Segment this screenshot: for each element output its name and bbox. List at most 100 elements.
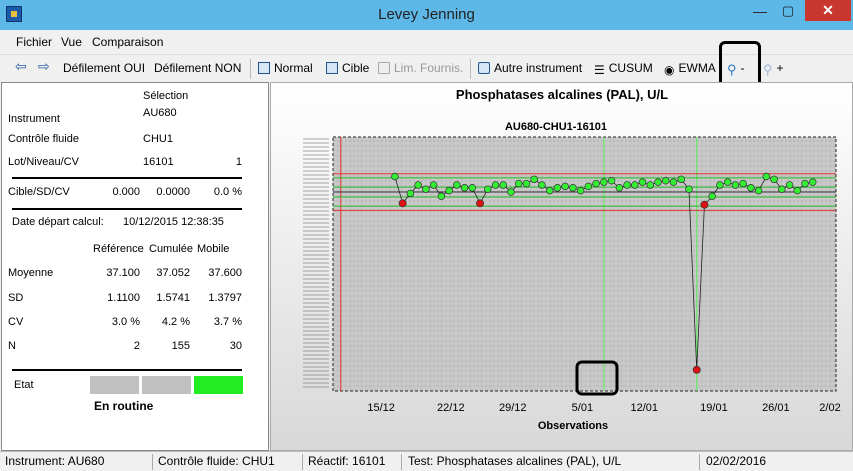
stat-value: 30 (229, 340, 242, 352)
data-point (770, 175, 778, 184)
cusum-button[interactable]: ☰ CUSUM (594, 61, 653, 77)
normal-button[interactable]: Normal (258, 61, 313, 75)
lot-label: Lot/Niveau/CV (8, 156, 79, 168)
start-date-label: Date départ calcul: (12, 216, 104, 228)
scroll-no-button[interactable]: Défilement NON (154, 61, 241, 75)
stat-value: 1.3797 (208, 292, 242, 304)
data-point (685, 185, 693, 193)
data-point (723, 178, 732, 186)
status-date: 02/02/2016 (706, 454, 767, 468)
data-point (437, 192, 446, 201)
zoom-in-button[interactable]: ⚲ + (763, 61, 784, 78)
data-point (708, 192, 716, 201)
col-mobile: Mobile (197, 243, 230, 255)
close-button[interactable]: ✕ (805, 0, 851, 21)
x-tick-label: 12/01 (631, 402, 659, 414)
normal-icon (258, 62, 270, 74)
data-point (569, 184, 577, 192)
data-point (646, 181, 655, 189)
x-tick-label: 15/12 (367, 402, 395, 414)
scroll-yes-button[interactable]: Défilement OUI (63, 61, 145, 75)
data-point (785, 181, 794, 189)
data-point (391, 172, 399, 181)
data-point (453, 181, 461, 189)
title-bar: Levey Jenning — ▢ ✕ (0, 0, 853, 30)
data-point (631, 181, 639, 189)
target-sd: 0.0000 (156, 186, 190, 198)
x-tick-label: 29/12 (499, 402, 527, 414)
instrument-label: Instrument (8, 113, 60, 125)
state-box (194, 376, 243, 394)
data-point (445, 186, 453, 195)
status-separator (401, 454, 402, 470)
state-label: Etat (14, 379, 34, 391)
cusum-label: CUSUM (608, 61, 653, 75)
toolbar-separator (470, 59, 471, 79)
data-point (801, 179, 809, 188)
status-bar: Instrument: AU680 Contrôle fluide: CHU1 … (0, 451, 853, 471)
data-point (669, 178, 678, 186)
maximize-button[interactable]: ▢ (776, 3, 800, 23)
other-instrument-label: Autre instrument (494, 61, 583, 75)
data-point (414, 181, 422, 189)
data-point (398, 199, 407, 208)
x-tick-label: 26/01 (762, 402, 790, 414)
arrow-left-icon[interactable]: ⇦ (15, 58, 27, 75)
data-point (762, 172, 771, 181)
data-point (692, 365, 701, 374)
data-point (654, 178, 662, 186)
stat-value: 3.7 % (213, 316, 242, 328)
normal-label: Normal (274, 61, 313, 75)
data-point (600, 178, 608, 186)
other-instrument-button[interactable]: Autre instrument (478, 61, 582, 75)
data-point (700, 200, 709, 209)
menu-vue[interactable]: Vue (61, 35, 82, 49)
chart-area[interactable]: Phosphatases alcalines (PAL), U/L AU680-C… (270, 82, 853, 451)
stat-value: 37.600 (208, 267, 242, 279)
data-point (422, 185, 430, 193)
data-point (731, 181, 740, 189)
ewma-button[interactable]: ◉ EWMA (664, 61, 716, 77)
data-point (476, 199, 484, 208)
status-separator (152, 454, 153, 470)
divider (12, 208, 242, 210)
data-point (522, 179, 531, 188)
data-point (530, 175, 538, 184)
data-point (623, 181, 631, 189)
menu-comparaison[interactable]: Comparaison (92, 35, 163, 49)
data-point (778, 185, 786, 193)
lot-value: 16101 (143, 156, 174, 168)
data-point (809, 178, 817, 186)
data-point (491, 181, 500, 189)
target-icon (326, 62, 338, 74)
data-point (553, 184, 562, 192)
x-tick-label: 22/12 (437, 402, 465, 414)
arrow-right-icon[interactable]: ⇨ (38, 58, 50, 75)
data-point (545, 186, 554, 195)
stat-value: 4.2 % (161, 316, 190, 328)
stat-label: Moyenne (8, 267, 54, 279)
state-box (142, 376, 191, 394)
menu-fichier[interactable]: Fichier (16, 35, 52, 49)
levey-jennings-chart[interactable]: Phosphatases alcalines (PAL), U/L AU680-C… (271, 83, 853, 452)
control-label: Contrôle fluide (8, 133, 79, 145)
cusum-icon: ☰ (594, 63, 605, 77)
start-date-value: 10/12/2015 12:38:35 (123, 216, 224, 228)
supplier-limits-button[interactable]: Lim. Fournis. (378, 61, 463, 75)
minimize-button[interactable]: — (748, 3, 772, 23)
data-point (754, 186, 763, 195)
target-cv: 0.0 % (213, 186, 242, 198)
data-point (747, 184, 755, 192)
data-point (507, 188, 515, 196)
stat-value: 1.5741 (156, 292, 190, 304)
data-point (561, 182, 569, 191)
target-button[interactable]: Cible (326, 61, 369, 75)
data-point (576, 186, 585, 195)
data-point (607, 176, 616, 185)
stat-label: N (8, 340, 16, 352)
data-point (514, 179, 523, 188)
data-point (406, 189, 415, 198)
stat-label: CV (8, 316, 24, 328)
control-value: CHU1 (143, 133, 173, 145)
magnifier-icon: ⚲ (763, 62, 773, 77)
